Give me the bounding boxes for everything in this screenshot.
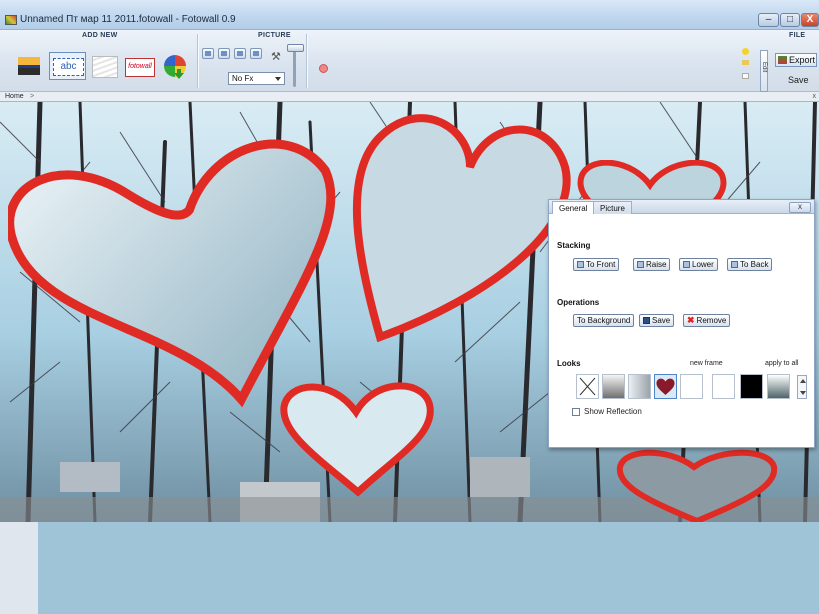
effect-select-value: No Fx [232,74,254,83]
heart-frame-large[interactable] [8,132,348,412]
panel-close-button[interactable]: x [789,202,811,213]
raise-button[interactable]: Raise [633,258,671,271]
to-front-button[interactable]: To Front [573,258,620,271]
ribbon-separator [197,34,198,88]
window-title: Unnamed Пт мар 11 2011.fotowall - Fotowa… [20,14,236,25]
side-edit-tab[interactable]: Edit [760,50,768,92]
picture-icon [18,57,40,75]
save-icon [643,317,650,324]
remove-label: Remove [696,316,727,325]
properties-panel: General Picture x Stacking To Front Rais… [548,199,815,448]
frame-none-swatch[interactable] [576,374,599,399]
lightbulb-icon[interactable] [741,48,750,57]
frame-plain-white-2-swatch[interactable] [712,374,735,399]
add-picture-button[interactable] [15,52,43,80]
new-frame-label: new frame [690,360,723,367]
frame-scroll-spinner[interactable] [797,375,807,399]
heart-frame-small[interactable] [276,377,438,497]
export-button[interactable]: Export [775,53,817,67]
add-fotowall-button[interactable]: fotowall [122,52,156,80]
frame-black-swatch[interactable] [740,374,763,399]
group-label-file: FILE [789,32,806,39]
transform-button-2[interactable] [218,48,230,59]
transform-button-4[interactable] [250,48,262,59]
lower-label: Lower [692,260,714,269]
heart-icon [656,378,675,395]
to-back-label: To Back [740,260,769,269]
minimize-button[interactable]: – [758,13,779,27]
wrench-icon[interactable]: ⚒ [271,50,281,63]
to-back-icon [731,261,738,268]
effect-select[interactable]: No Fx [228,72,285,85]
frame-gradient-teal-swatch[interactable] [767,374,790,399]
title-bar: Unnamed Пт мар 11 2011.fotowall - Fotowa… [0,0,819,30]
heart-frame-rotated[interactable] [340,102,580,357]
lower-icon [683,261,690,268]
webcam-icon [164,55,186,77]
tab-general[interactable]: General [552,201,595,214]
opacity-slider[interactable] [293,47,296,87]
app-icon [5,15,17,25]
to-back-button[interactable]: To Back [727,258,773,271]
breadcrumb: Home > Canvas x [0,92,819,614]
text-icon: abc [53,58,84,76]
remove-icon: ✖ [687,315,695,325]
tab-picture[interactable]: Picture [593,201,632,214]
frame-gradient-dark-swatch[interactable] [602,374,625,399]
transform-button-1[interactable] [202,48,214,59]
maximize-button[interactable]: □ [780,13,800,27]
breadcrumb-close-icon[interactable]: x [813,92,817,101]
raise-icon [637,261,644,268]
record-indicator[interactable] [319,64,328,73]
side-edit-tab-label: Edit [761,62,767,73]
frame-plain-white-swatch[interactable] [680,374,703,399]
folder-icon[interactable] [741,58,750,67]
save-button[interactable]: Save [788,75,809,85]
show-reflection-label: Show Reflection [584,407,642,416]
ribbon-separator [306,34,307,88]
operations-heading: Operations [557,298,600,307]
to-front-icon [577,261,584,268]
page-icon[interactable] [741,71,750,80]
breadcrumb-home[interactable]: Home [5,92,24,101]
raise-label: Raise [646,260,667,269]
transform-button-3[interactable] [234,48,246,59]
heart-frame-bottom-right[interactable] [612,447,782,522]
show-reflection-checkbox[interactable] [572,408,580,416]
group-label-picture: PICTURE [258,32,291,39]
wordart-icon [92,56,118,78]
save-item-button[interactable]: Save [639,314,675,327]
stacking-heading: Stacking [557,241,591,250]
add-text-button[interactable]: abc [49,52,86,80]
apply-to-all-label: apply to all [765,360,799,367]
add-wordart-button[interactable] [89,52,119,80]
to-background-button[interactable]: To Background [573,314,635,327]
lower-button[interactable]: Lower [679,258,718,271]
no-frame-icon [579,377,596,396]
fotowall-icon: fotowall [125,58,155,77]
opacity-slider-handle[interactable] [287,44,304,52]
add-webcam-button[interactable] [160,52,190,80]
group-label-add-new: ADD NEW [82,32,118,39]
to-front-label: To Front [586,260,616,269]
save-item-label: Save [652,316,671,325]
breadcrumb-separator: > [30,93,35,100]
remove-button[interactable]: ✖ Remove [683,314,731,327]
chevron-down-icon [275,77,281,81]
panel-header: General Picture x [549,200,814,214]
frame-heart-swatch[interactable] [654,374,677,399]
looks-heading: Looks [557,359,581,368]
close-button[interactable]: X [801,13,819,27]
frame-gradient-grey-swatch[interactable] [628,374,651,399]
